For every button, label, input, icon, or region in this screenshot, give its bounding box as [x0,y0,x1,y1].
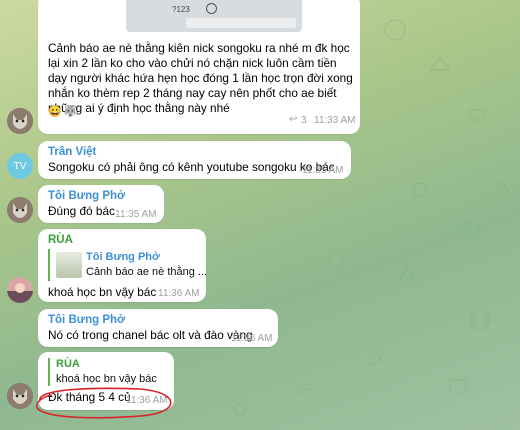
message-bubble[interactable]: Tôi Bưng Phở Nó có trong chanel bác olt … [38,309,278,347]
reply-count[interactable]: 3 [301,115,307,126]
avatar-initials: TV [13,160,27,172]
message-text: Nó có trong chanel bác olt và đào vàng [48,328,253,342]
annotation-circle [36,387,172,419]
sender-name[interactable]: Trần Việt [48,146,96,158]
smile-icon [206,3,217,14]
avatar-tv[interactable]: TV [7,153,33,179]
wolf-icon [7,108,33,134]
message-time: 11:33 AM [314,115,356,126]
wolf-icon [7,197,33,223]
message-time: 11:36 AM [231,333,273,344]
attached-image[interactable]: ?123 [126,0,302,32]
message-time: 11:35 AM [302,165,344,176]
message-text: Songoku có phải ông có kênh youtube song… [48,160,335,174]
reaction-emoji[interactable]: 😀 [48,105,62,118]
sender-name[interactable]: RÙA [48,234,73,246]
avatar-wolf[interactable] [7,197,33,223]
message-bubble[interactable]: Tôi Bưng Phở Đúng đó bác 11:35 AM [38,185,164,223]
message-time: 11:35 AM [115,209,157,220]
quoted-sender: RÙA [56,358,80,370]
reply-arrow-icon[interactable]: ↩ [289,114,297,125]
quoted-sender: Tôi Bưng Phở [86,251,160,263]
quoted-message[interactable]: RÙA khoá học bn vậy bác [48,358,168,386]
message-bubble[interactable]: Trần Việt Songoku có phải ông có kênh yo… [38,141,351,179]
message-bubble-reply[interactable]: RÙA Tôi Bưng Phở Cảnh báo ae nè thằng ..… [38,229,207,302]
reaction-emoji[interactable]: 🐺 [64,105,78,118]
sender-name[interactable]: Tôi Bưng Phở [48,190,125,202]
avatar-rua[interactable] [7,277,33,303]
message-bubble-warning[interactable]: ?123 Cảnh báo ae nè thằng kiên nick song… [38,0,360,134]
keyboard-key-label: ?123 [172,5,190,14]
sender-name[interactable]: Tôi Bưng Phở [48,314,125,326]
avatar-wolf[interactable] [7,108,33,134]
quoted-message[interactable]: Tôi Bưng Phở Cảnh báo ae nè thằng ... [48,249,207,281]
message-text: Cảnh báo ae nè thằng kiên nick songoku r… [48,41,353,115]
message-text: Đúng đó bác [48,204,115,218]
keyboard-key [186,18,296,28]
person-avatar-icon [7,277,33,303]
quoted-thumbnail [56,252,82,278]
message-text: khoá học bn vậy bác [48,285,157,299]
message-time: 11:36 AM [158,288,200,299]
reaction-row[interactable]: 😀 🐺 [48,105,77,118]
quoted-text: Cảnh báo ae nè thằng ... [86,266,208,278]
